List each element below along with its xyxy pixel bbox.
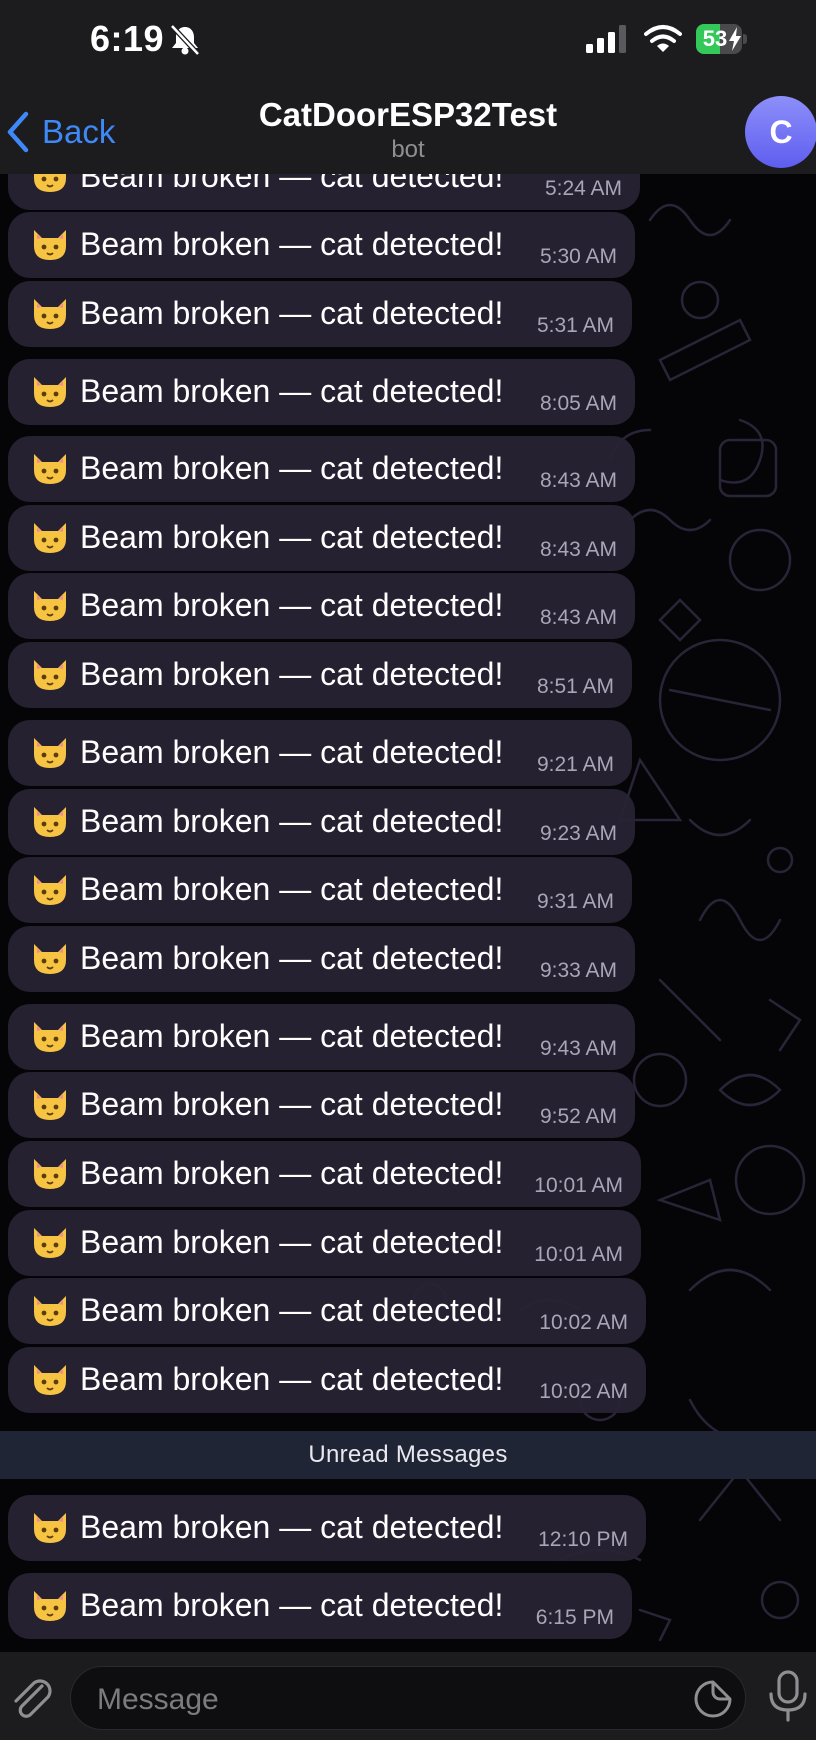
message-text: Beam broken — cat detected! xyxy=(80,373,504,409)
message-text: Beam broken — cat detected! xyxy=(80,734,504,770)
message-text: Beam broken — cat detected! xyxy=(80,587,504,623)
paperclip-icon[interactable] xyxy=(6,1672,56,1722)
message-time: 8:51 AM xyxy=(536,675,614,698)
cat-face-icon xyxy=(30,1587,70,1623)
battery-indicator: 53 xyxy=(696,24,747,54)
wifi-icon xyxy=(644,25,682,52)
message-text: Beam broken — cat detected! xyxy=(80,450,504,486)
message-time: 5:31 AM xyxy=(536,314,614,337)
message-input[interactable] xyxy=(95,1677,659,1723)
message-bubble[interactable]: Beam broken — cat detected! 8:05 AM xyxy=(8,359,635,425)
cat-face-icon xyxy=(30,1292,70,1328)
message-time: 9:23 AM xyxy=(539,822,617,845)
cat-face-icon xyxy=(30,1018,70,1054)
cat-face-icon xyxy=(30,656,70,692)
message-bubble[interactable]: Beam broken — cat detected! 9:33 AM xyxy=(8,926,635,992)
message-time: 8:43 AM xyxy=(539,606,617,629)
message-time: 9:52 AM xyxy=(539,1105,617,1128)
cat-face-icon xyxy=(30,226,70,262)
message-field[interactable] xyxy=(70,1666,746,1730)
top-navigation-bar: 6:19 53 Back CatDoorESP32Test bot C xyxy=(0,0,816,174)
cat-face-icon xyxy=(30,1224,70,1260)
message-time: 8:43 AM xyxy=(539,538,617,561)
message-text: Beam broken — cat detected! xyxy=(80,226,504,262)
avatar[interactable]: C xyxy=(745,96,816,168)
unread-messages-divider: Unread Messages xyxy=(0,1431,816,1479)
message-text: Beam broken — cat detected! xyxy=(80,1155,504,1191)
cat-face-icon xyxy=(30,519,70,555)
message-text: Beam broken — cat detected! xyxy=(80,519,504,555)
message-bubble[interactable]: Beam broken — cat detected! 10:02 AM xyxy=(8,1278,646,1344)
message-text: Beam broken — cat detected! xyxy=(80,1086,504,1122)
cellular-signal-icon xyxy=(586,25,626,53)
message-bubble[interactable]: Beam broken — cat detected! 10:02 AM xyxy=(8,1347,646,1413)
message-time: 5:30 AM xyxy=(539,245,617,268)
status-time: 6:19 xyxy=(90,18,165,59)
cat-face-icon xyxy=(30,587,70,623)
message-bubble[interactable]: Beam broken — cat detected! 9:52 AM xyxy=(8,1072,635,1138)
cat-face-icon xyxy=(30,1361,70,1397)
message-bubble[interactable]: Beam broken — cat detected! 10:01 AM xyxy=(8,1210,641,1276)
message-time: 5:24 AM xyxy=(544,177,622,200)
cat-face-icon xyxy=(30,734,70,770)
message-bubble[interactable]: Beam broken — cat detected! 8:43 AM xyxy=(8,436,635,502)
microphone-icon[interactable] xyxy=(762,1668,814,1724)
battery-percent: 53 xyxy=(702,26,728,51)
message-time: 9:21 AM xyxy=(536,753,614,776)
message-text: Beam broken — cat detected! xyxy=(80,940,504,976)
message-text: Beam broken — cat detected! xyxy=(80,656,504,692)
message-text: Beam broken — cat detected! xyxy=(80,295,504,331)
message-bubble[interactable]: Beam broken — cat detected! 9:43 AM xyxy=(8,1004,635,1070)
message-text: Beam broken — cat detected! xyxy=(80,1509,504,1545)
cat-face-icon xyxy=(30,1509,70,1545)
message-bubble[interactable]: Beam broken — cat detected! 8:51 AM xyxy=(8,642,632,708)
message-text: Beam broken — cat detected! xyxy=(80,871,504,907)
message-text: Beam broken — cat detected! xyxy=(80,1018,504,1054)
sticker-icon[interactable] xyxy=(693,1679,733,1719)
cat-face-icon xyxy=(30,295,70,331)
message-time: 10:01 AM xyxy=(534,1174,623,1197)
message-bubble[interactable]: Beam broken — cat detected! 12:10 PM xyxy=(8,1495,646,1561)
message-time: 8:43 AM xyxy=(539,469,617,492)
message-bubble[interactable]: Beam broken — cat detected! 5:30 AM xyxy=(8,212,635,278)
cat-face-icon xyxy=(30,940,70,976)
message-time: 8:05 AM xyxy=(539,392,617,415)
cat-face-icon xyxy=(30,803,70,839)
chat-title[interactable]: CatDoorESP32Test xyxy=(208,96,608,134)
message-text: Beam broken — cat detected! xyxy=(80,1587,504,1623)
chat-subtitle: bot xyxy=(391,136,425,163)
message-time: 9:33 AM xyxy=(539,959,617,982)
message-bubble[interactable]: Beam broken — cat detected! 8:43 AM xyxy=(8,573,635,639)
charging-bolt-icon xyxy=(729,27,741,51)
cat-face-icon xyxy=(30,373,70,409)
message-time: 6:15 PM xyxy=(535,1606,614,1629)
message-time: 10:02 AM xyxy=(539,1380,628,1403)
message-bubble[interactable]: Beam broken — cat detected! 10:01 AM xyxy=(8,1141,641,1207)
message-text: Beam broken — cat detected! xyxy=(80,1361,504,1397)
message-time: 9:31 AM xyxy=(536,890,614,913)
message-time: 9:43 AM xyxy=(539,1037,617,1060)
message-time: 12:10 PM xyxy=(538,1528,628,1551)
chevron-left-icon xyxy=(7,111,29,153)
message-bubble[interactable]: Beam broken — cat detected! 8:43 AM xyxy=(8,505,635,571)
message-bubble[interactable]: Beam broken — cat detected! 9:21 AM xyxy=(8,720,632,786)
cat-face-icon xyxy=(30,450,70,486)
message-bubble[interactable]: Beam broken — cat detected! 9:23 AM xyxy=(8,789,635,855)
message-bubble[interactable]: Beam broken — cat detected! 5:31 AM xyxy=(8,281,632,347)
back-button[interactable]: Back xyxy=(0,104,115,160)
cat-face-icon xyxy=(30,1155,70,1191)
message-time: 10:02 AM xyxy=(539,1311,628,1334)
cat-face-icon xyxy=(30,871,70,907)
message-text: Beam broken — cat detected! xyxy=(80,1292,504,1328)
bell-slash-icon xyxy=(170,24,200,56)
message-input-bar xyxy=(0,1652,816,1740)
message-text: Beam broken — cat detected! xyxy=(80,1224,504,1260)
message-time: 10:01 AM xyxy=(534,1243,623,1266)
message-text: Beam broken — cat detected! xyxy=(80,803,504,839)
message-bubble[interactable]: Beam broken — cat detected! 9:31 AM xyxy=(8,857,632,923)
back-label: Back xyxy=(42,113,116,150)
cat-face-icon xyxy=(30,1086,70,1122)
message-bubble[interactable]: Beam broken — cat detected! 6:15 PM xyxy=(8,1573,632,1639)
